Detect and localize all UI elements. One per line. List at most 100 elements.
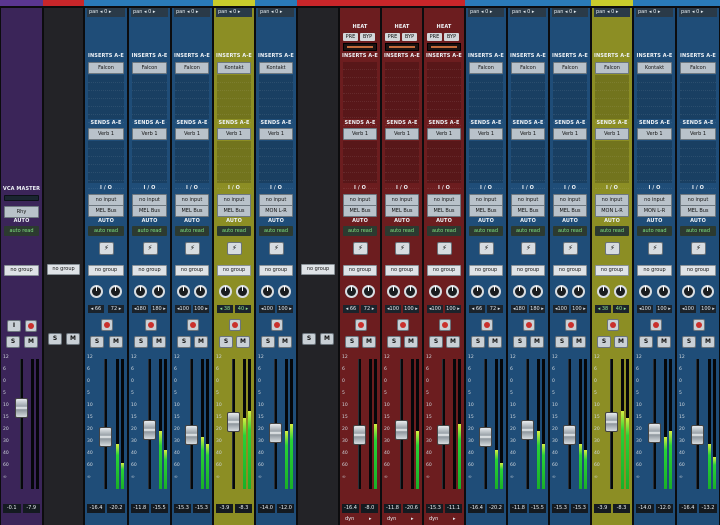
pan-header[interactable]: pan ◂ 0 ▸ bbox=[174, 8, 210, 17]
empty-slot[interactable] bbox=[427, 62, 461, 70]
volume-fader[interactable] bbox=[691, 425, 704, 445]
pan-header[interactable]: pan ◂ 0 ▸ bbox=[258, 8, 294, 17]
mute-button[interactable]: M bbox=[446, 336, 460, 348]
record-button[interactable] bbox=[101, 319, 113, 331]
empty-slot[interactable] bbox=[343, 110, 377, 118]
mute-button[interactable]: M bbox=[109, 336, 123, 348]
dyn-arrow-icon[interactable]: ▸ bbox=[411, 515, 414, 524]
solo-button[interactable]: S bbox=[429, 336, 443, 348]
volume-value-left[interactable]: -15.3 bbox=[552, 504, 569, 513]
empty-slot[interactable] bbox=[637, 91, 672, 99]
empty-slot[interactable] bbox=[259, 99, 293, 107]
empty-slot[interactable] bbox=[469, 165, 503, 173]
volume-value-right[interactable]: -20.2 bbox=[107, 504, 125, 513]
empty-slot[interactable] bbox=[680, 165, 716, 173]
volume-value-right[interactable]: -20.6 bbox=[403, 504, 420, 513]
empty-slot[interactable] bbox=[511, 99, 545, 107]
empty-slot[interactable] bbox=[637, 173, 672, 181]
bolt-button[interactable]: ⚡ bbox=[269, 242, 284, 255]
inserts-empty-slots[interactable] bbox=[385, 62, 419, 126]
empty-slot[interactable] bbox=[637, 99, 672, 107]
sends-empty-slots[interactable] bbox=[427, 141, 461, 189]
automation-mode[interactable]: auto read bbox=[680, 226, 716, 236]
byp-button[interactable]: BYP bbox=[444, 33, 459, 41]
pan-value-left[interactable]: ◂ 66 bbox=[469, 305, 485, 313]
volume-fader[interactable] bbox=[269, 423, 282, 443]
empty-slot[interactable] bbox=[259, 83, 293, 91]
volume-fader[interactable] bbox=[353, 425, 366, 445]
automation-mode[interactable]: auto read bbox=[343, 226, 377, 236]
empty-slot[interactable] bbox=[132, 173, 167, 181]
group-selector[interactable]: no group bbox=[132, 265, 167, 276]
send-slot[interactable]: Verb 1 bbox=[88, 128, 124, 140]
empty-slot[interactable] bbox=[259, 91, 293, 99]
send-slot[interactable]: Verb 1 bbox=[259, 128, 293, 140]
sends-empty-slots[interactable] bbox=[132, 141, 167, 189]
empty-slot[interactable] bbox=[132, 149, 167, 157]
volume-fader[interactable] bbox=[14, 398, 28, 418]
volume-value-left[interactable]: -16.4 bbox=[87, 504, 105, 513]
empty-slot[interactable] bbox=[343, 94, 377, 102]
output-selector[interactable]: MEL Bus bbox=[680, 205, 716, 217]
pan-value-left[interactable]: ◂100 bbox=[175, 305, 191, 313]
volume-value-right[interactable]: -15.5 bbox=[529, 504, 546, 513]
empty-slot[interactable] bbox=[595, 75, 629, 83]
solo-button[interactable]: S bbox=[387, 336, 401, 348]
empty-slot[interactable] bbox=[385, 102, 419, 110]
mute-button[interactable]: M bbox=[488, 336, 502, 348]
automation-mode[interactable]: auto read bbox=[385, 226, 419, 236]
empty-slot[interactable] bbox=[259, 75, 293, 83]
empty-slot[interactable] bbox=[385, 70, 419, 78]
volume-fader[interactable] bbox=[395, 420, 408, 440]
empty-slot[interactable] bbox=[469, 107, 503, 115]
send-slot[interactable]: Verb 1 bbox=[427, 128, 461, 140]
pan-knob-left[interactable] bbox=[219, 285, 232, 298]
empty-slot[interactable] bbox=[469, 173, 503, 181]
empty-slot[interactable] bbox=[553, 165, 587, 173]
pre-button[interactable]: PRE bbox=[343, 33, 358, 41]
pan-value-left[interactable]: ◂100 bbox=[259, 305, 275, 313]
empty-slot[interactable] bbox=[427, 78, 461, 86]
output-selector[interactable]: MON L-R bbox=[595, 205, 629, 217]
group-selector[interactable]: no group bbox=[259, 265, 293, 276]
pan-knob-right[interactable] bbox=[488, 285, 501, 298]
solo-button[interactable]: S bbox=[6, 336, 20, 348]
sends-empty-slots[interactable] bbox=[343, 141, 377, 189]
empty-slot[interactable] bbox=[469, 99, 503, 107]
send-slot[interactable]: Verb 1 bbox=[175, 128, 209, 140]
volume-value-left[interactable]: -11.8 bbox=[131, 504, 149, 513]
insert-slot[interactable]: Falcon bbox=[175, 62, 209, 74]
output-selector[interactable]: MON L-R bbox=[637, 205, 672, 217]
empty-slot[interactable] bbox=[680, 141, 716, 149]
volume-value-right[interactable]: -12.0 bbox=[655, 504, 673, 513]
sends-empty-slots[interactable] bbox=[511, 141, 545, 189]
pan-knob-right[interactable] bbox=[657, 285, 670, 298]
pan-value-left[interactable]: ◂ 38 bbox=[217, 305, 233, 313]
empty-slot[interactable] bbox=[217, 107, 251, 115]
solo-button[interactable]: S bbox=[134, 336, 148, 348]
pan-value-left[interactable]: ◂180 bbox=[132, 305, 148, 313]
record-button[interactable] bbox=[693, 319, 705, 331]
mute-button[interactable]: M bbox=[152, 336, 166, 348]
pan-value-left[interactable]: ◂ 66 bbox=[88, 305, 104, 313]
volume-value-right[interactable]: -20.2 bbox=[487, 504, 504, 513]
bolt-button[interactable]: ⚡ bbox=[479, 242, 494, 255]
empty-slot[interactable] bbox=[385, 149, 419, 157]
group-selector[interactable]: no group bbox=[47, 264, 80, 275]
empty-slot[interactable] bbox=[637, 157, 672, 165]
group-selector[interactable]: no group bbox=[385, 265, 419, 276]
mute-button[interactable]: M bbox=[320, 333, 334, 345]
pan-value-right[interactable]: 72 ▸ bbox=[487, 305, 503, 313]
automation-mode[interactable]: auto read bbox=[175, 226, 209, 236]
output-selector[interactable]: MON L-R bbox=[259, 205, 293, 217]
empty-slot[interactable] bbox=[132, 91, 167, 99]
volume-fader[interactable] bbox=[227, 412, 240, 432]
solo-button[interactable]: S bbox=[345, 336, 359, 348]
empty-slot[interactable] bbox=[553, 75, 587, 83]
pan-value-right[interactable]: 180 ▸ bbox=[151, 305, 167, 313]
pan-knob-right[interactable] bbox=[530, 285, 543, 298]
pan-knob-right[interactable] bbox=[278, 285, 291, 298]
bolt-button[interactable]: ⚡ bbox=[691, 242, 706, 255]
insert-slot[interactable]: Kontakt bbox=[217, 62, 251, 74]
empty-slot[interactable] bbox=[511, 75, 545, 83]
